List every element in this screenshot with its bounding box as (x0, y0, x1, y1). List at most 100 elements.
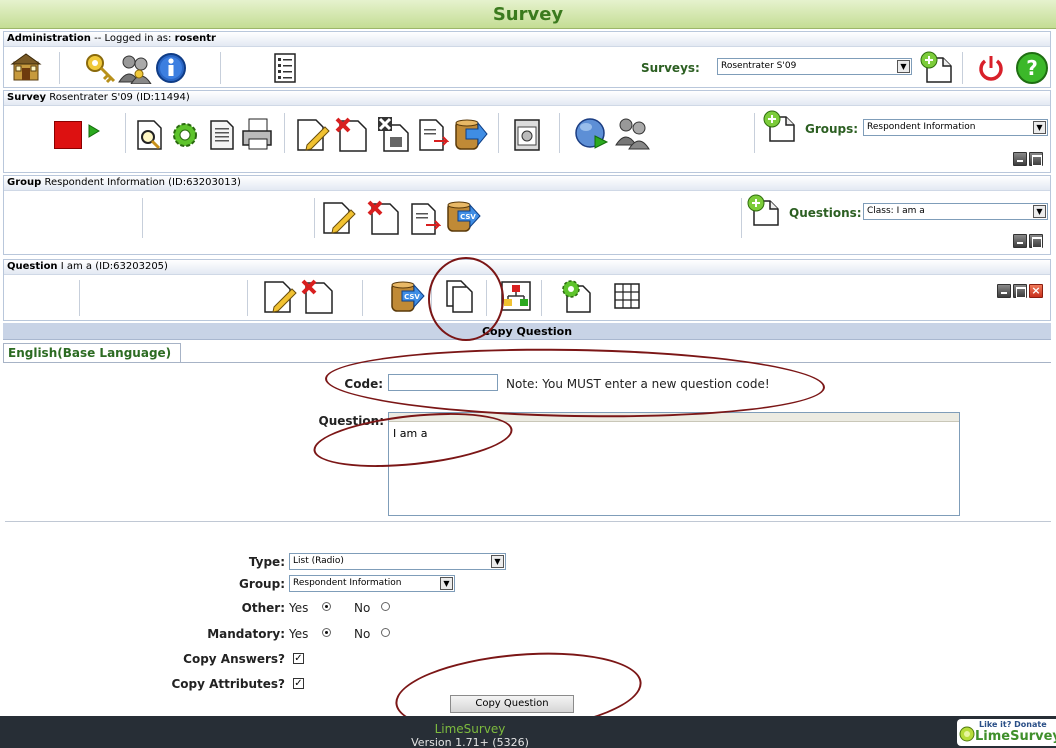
chevron-down-icon: ▼ (440, 577, 453, 590)
close-button[interactable]: × (1029, 284, 1043, 298)
mandatory-yes-radio[interactable] (322, 628, 331, 637)
minimize-button[interactable] (1013, 234, 1027, 248)
toolbar-separator (741, 198, 742, 238)
survey-panel: Survey Rosentrater S'09 (ID:11494) Group… (3, 90, 1051, 173)
toolbar-separator (220, 52, 221, 84)
logout-icon[interactable] (976, 53, 1006, 83)
delete-group-icon[interactable] (366, 198, 402, 236)
home-icon[interactable] (10, 52, 42, 84)
answer-grid-icon[interactable] (613, 282, 643, 312)
add-survey-icon[interactable] (919, 50, 955, 84)
toolbar-separator (284, 113, 285, 153)
questions-selected-value: Class: I am a (867, 206, 925, 216)
export-question-csv-icon[interactable]: CSV (388, 279, 426, 317)
print-survey-icon[interactable] (240, 117, 274, 153)
import-group-icon[interactable] (417, 117, 449, 153)
chevron-down-icon: ▼ (491, 555, 504, 568)
type-selected-value: List (Radio) (293, 556, 344, 566)
other-label: Other: (241, 601, 285, 615)
group-selected-value: Respondent Information (293, 578, 402, 588)
tokens-icon[interactable] (614, 115, 652, 153)
footer: LimeSurvey Version 1.71+ (5326) (0, 716, 1056, 748)
toolbar-separator (362, 280, 363, 316)
toolbar-separator (247, 280, 248, 316)
toolbar-separator (142, 198, 143, 238)
reorder-survey-icon[interactable] (376, 115, 412, 153)
minimize-button[interactable] (997, 284, 1011, 298)
copy-answers-label: Copy Answers? (183, 652, 285, 666)
questions-label: Questions: (789, 206, 862, 220)
donate-badge[interactable]: Like it? Donate LimeSurvey (957, 719, 1056, 746)
copy-attributes-label: Copy Attributes? (171, 677, 285, 691)
edit-group-icon[interactable] (321, 200, 357, 236)
key-icon[interactable] (84, 52, 118, 84)
maximize-button[interactable] (1013, 284, 1027, 298)
administration-header: Administration -- Logged in as: rosentr (4, 32, 1050, 47)
browse-responses-icon[interactable] (573, 116, 609, 152)
group-select[interactable]: Respondent Information ▼ (289, 575, 455, 592)
help-icon[interactable]: ? (1015, 51, 1049, 85)
question-attributes-icon[interactable] (559, 278, 593, 314)
survey-header: Survey Rosentrater S'09 (ID:11494) (4, 91, 1050, 106)
copy-attributes-checkbox[interactable]: ✓ (293, 678, 304, 689)
list-surveys-icon[interactable] (272, 52, 298, 84)
edit-text-icon[interactable] (208, 118, 236, 152)
groups-select[interactable]: Respondent Information ▼ (863, 119, 1048, 136)
other-no-radio[interactable] (381, 602, 390, 611)
toolbar-separator (125, 113, 126, 153)
toolbar-separator (559, 113, 560, 153)
surveys-select[interactable]: Rosentrater S'09 ▼ (717, 58, 912, 75)
group-heading: Group (7, 177, 42, 188)
info-icon[interactable] (154, 52, 188, 84)
surveys-label: Surveys: (641, 61, 700, 75)
delete-question-icon[interactable] (300, 277, 336, 315)
other-no-label: No (354, 601, 371, 615)
deactivate-survey-icon[interactable] (54, 121, 82, 149)
donate-line2: LimeSurvey (975, 729, 1056, 744)
activate-survey-icon[interactable] (88, 124, 100, 138)
export-group-csv-icon[interactable]: CSV (444, 199, 482, 237)
footer-product-link[interactable]: LimeSurvey (0, 722, 940, 736)
lime-icon (959, 726, 975, 742)
group-detail: Respondent Information (ID:63203013) (41, 177, 241, 188)
add-question-icon[interactable] (746, 193, 782, 229)
questions-select[interactable]: Class: I am a ▼ (863, 203, 1048, 220)
svg-text:CSV: CSV (404, 293, 420, 301)
groups-selected-value: Respondent Information (867, 122, 976, 132)
tab-english-base-language[interactable]: English(Base Language) (3, 343, 181, 363)
edit-question-icon[interactable] (262, 279, 298, 315)
edit-survey-icon[interactable] (295, 117, 331, 153)
logged-in-prefix: -- Logged in as: (90, 33, 175, 44)
maximize-button[interactable] (1029, 152, 1043, 166)
test-survey-icon[interactable] (135, 118, 165, 152)
toolbar-separator (59, 52, 60, 84)
mandatory-label: Mandatory: (207, 627, 285, 641)
type-label: Type: (248, 555, 285, 569)
survey-heading: Survey (7, 92, 47, 103)
survey-settings-icon[interactable] (168, 118, 202, 152)
annotation-ring (428, 257, 504, 341)
group-panel: Group Respondent Information (ID:6320301… (3, 175, 1051, 255)
toolbar-separator (754, 113, 755, 153)
toolbar-separator (541, 280, 542, 316)
maximize-button[interactable] (1029, 234, 1043, 248)
copy-answers-checkbox[interactable]: ✓ (293, 653, 304, 664)
type-select[interactable]: List (Radio) ▼ (289, 553, 506, 570)
export-survey-icon[interactable] (452, 117, 488, 153)
delete-survey-icon[interactable] (334, 115, 370, 153)
chevron-down-icon: ▼ (1033, 121, 1046, 134)
user-security-icon[interactable] (117, 52, 153, 84)
page-title: Survey (492, 4, 564, 25)
logged-in-username: rosentr (174, 33, 216, 44)
survey-logic-icon[interactable] (512, 117, 542, 153)
mandatory-no-radio[interactable] (381, 628, 390, 637)
administration-panel: Administration -- Logged in as: rosentr (3, 31, 1051, 88)
minimize-button[interactable] (1013, 152, 1027, 166)
toolbar-separator (314, 198, 315, 238)
add-group-icon[interactable] (762, 109, 798, 145)
survey-detail: Rosentrater S'09 (ID:11494) (46, 92, 190, 103)
other-yes-radio[interactable] (322, 602, 331, 611)
reorder-questions-icon[interactable] (409, 201, 441, 237)
group-label: Group: (239, 577, 285, 591)
conditions-designer-icon[interactable] (500, 280, 532, 312)
